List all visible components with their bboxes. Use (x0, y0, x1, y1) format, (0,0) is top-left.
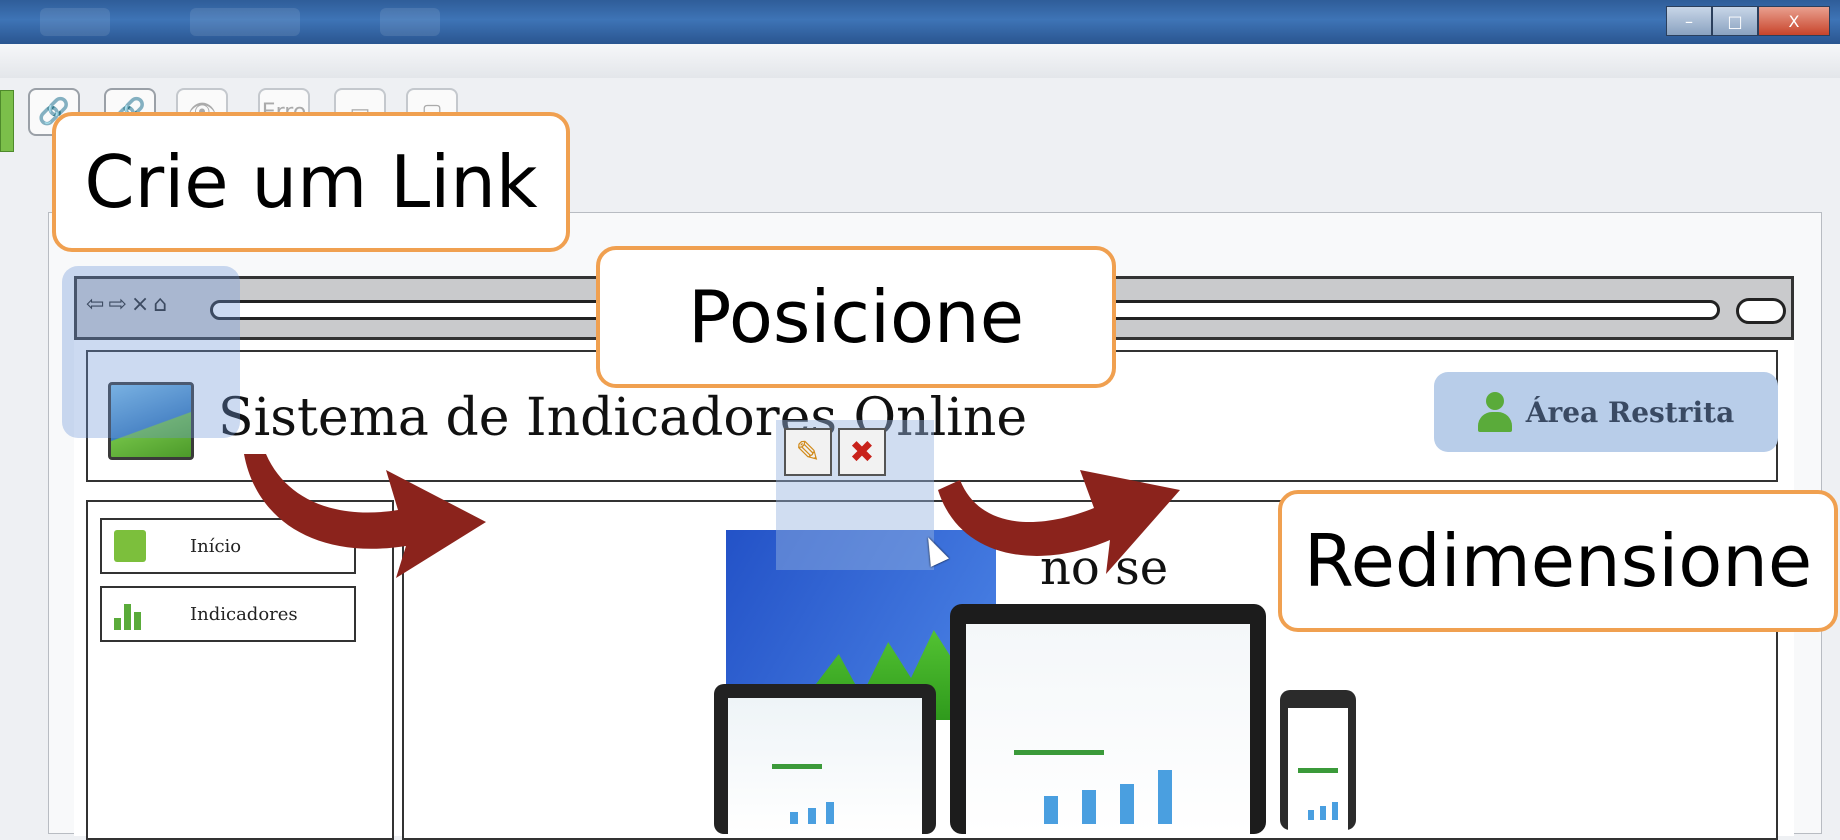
sidebar-item-label: Indicadores (190, 603, 298, 625)
callout-resize-text: Redimensione (1303, 519, 1813, 603)
restricted-area-label: Área Restrita (1525, 395, 1735, 429)
pencil-icon: ✎ (795, 434, 821, 470)
close-icon: ✖ (849, 434, 875, 470)
home-icon (114, 530, 146, 562)
taskbar-item-blurred (380, 8, 440, 36)
edit-hotspot-button[interactable]: ✎ (784, 428, 832, 476)
arrow-right-icon (244, 454, 486, 578)
user-icon (1477, 392, 1512, 432)
bar-chart-icon (114, 598, 146, 630)
restricted-area-button[interactable]: Área Restrita (1434, 372, 1778, 452)
link-hotspot-overlay[interactable] (62, 266, 240, 438)
minimize-button[interactable]: – (1666, 6, 1712, 36)
taskbar-item-blurred (40, 8, 110, 36)
laptop-image (950, 604, 1266, 834)
window-controls: – □ X (1666, 6, 1830, 36)
callout-create-link-text: Crie um Link (84, 140, 538, 224)
phone-image (1280, 690, 1356, 830)
window-titlebar: – □ X (0, 0, 1840, 44)
side-panel-edge (0, 90, 14, 152)
sidebar-item-indicadores[interactable]: Indicadores (100, 586, 356, 642)
delete-hotspot-button[interactable]: ✖ (838, 428, 886, 476)
close-button[interactable]: X (1758, 6, 1830, 36)
callout-position: Posicione (596, 246, 1116, 388)
taskbar-item-blurred (190, 8, 300, 36)
arrow-right-icon (938, 470, 1180, 574)
maximize-button[interactable]: □ (1712, 6, 1758, 36)
menu-bar (0, 44, 1840, 79)
callout-resize: Redimensione (1278, 490, 1838, 632)
callout-position-text: Posicione (688, 275, 1024, 359)
callout-create-link: Crie um Link (52, 112, 570, 252)
sidebar-item-label: Início (190, 535, 242, 557)
wireframe-search-box (1736, 298, 1786, 324)
tablet-image (714, 684, 936, 834)
